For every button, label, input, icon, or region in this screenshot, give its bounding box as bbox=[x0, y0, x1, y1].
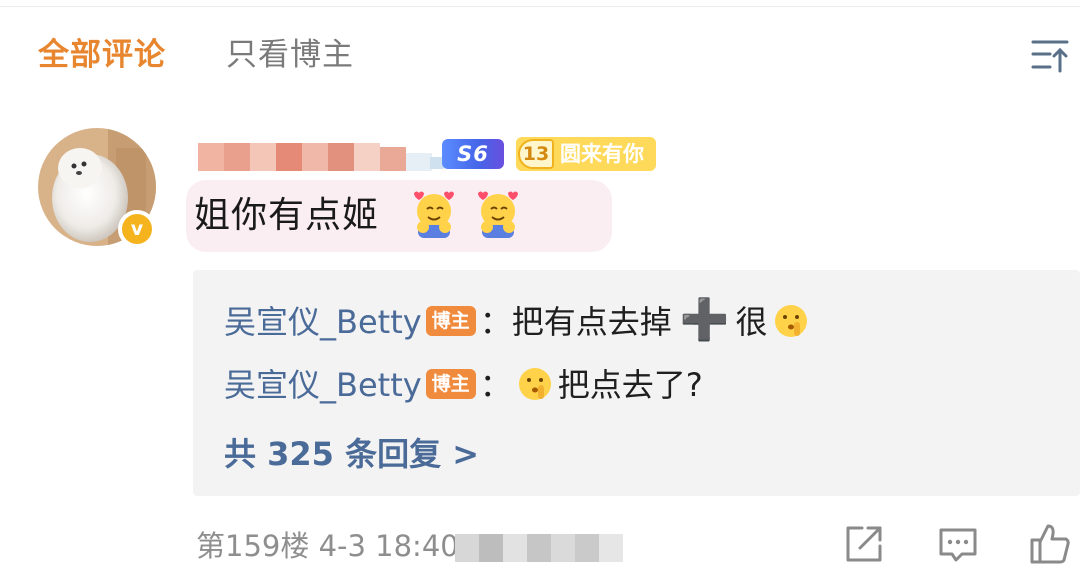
tab-only-op[interactable]: 只看博主 bbox=[226, 34, 354, 76]
reply-author[interactable]: 吴宣仪_Betty bbox=[224, 366, 422, 404]
reply-text: 把有点去掉 bbox=[511, 303, 672, 341]
username-redacted[interactable] bbox=[198, 137, 448, 175]
fan-level: 13 bbox=[518, 139, 554, 169]
fan-badge[interactable]: 13 圆来有你 bbox=[516, 137, 656, 171]
shh-emoji-icon bbox=[774, 305, 807, 337]
comment-icon[interactable] bbox=[936, 522, 980, 566]
reply-text: 很 bbox=[735, 303, 768, 341]
hug-emoji-icon bbox=[478, 191, 518, 238]
reply-item[interactable]: 吴宣仪_Betty 博主 ：把有点去掉 ➕ 很 bbox=[224, 295, 814, 345]
shh-emoji-icon bbox=[518, 368, 551, 400]
reply-separator: ： bbox=[479, 366, 512, 404]
reply-text: 把点去了? bbox=[557, 366, 703, 404]
reply-separator: ： bbox=[479, 303, 512, 341]
reply-author[interactable]: 吴宣仪_Betty bbox=[224, 303, 422, 341]
comment-meta: 第159楼 4-3 18:40 bbox=[196, 529, 459, 563]
hug-emoji-icon bbox=[414, 191, 454, 238]
location-redacted bbox=[455, 534, 623, 562]
plus-icon: ➕ bbox=[679, 297, 730, 343]
op-tag: 博主 bbox=[425, 369, 476, 399]
fan-name: 圆来有你 bbox=[560, 142, 644, 166]
reply-item[interactable]: 吴宣仪_Betty 博主： 把点去了? bbox=[224, 360, 703, 410]
top-divider bbox=[0, 6, 1080, 7]
level-badge: S6 bbox=[442, 139, 504, 169]
sort-icon[interactable] bbox=[1030, 38, 1070, 74]
comment-text: 姐你有点姬 bbox=[194, 195, 380, 236]
comment-section: 全部评论 只看博主 v S6 13 圆来有你 姐你有点姬 吴宣仪_Betty 博… bbox=[0, 0, 1080, 585]
op-tag: 博主 bbox=[425, 306, 476, 336]
like-icon[interactable] bbox=[1028, 522, 1072, 566]
more-replies-link[interactable]: 共 325 条回复 > bbox=[224, 429, 479, 479]
verified-badge: v bbox=[118, 210, 156, 248]
tab-all-comments[interactable]: 全部评论 bbox=[38, 34, 166, 76]
share-icon[interactable] bbox=[842, 522, 886, 566]
